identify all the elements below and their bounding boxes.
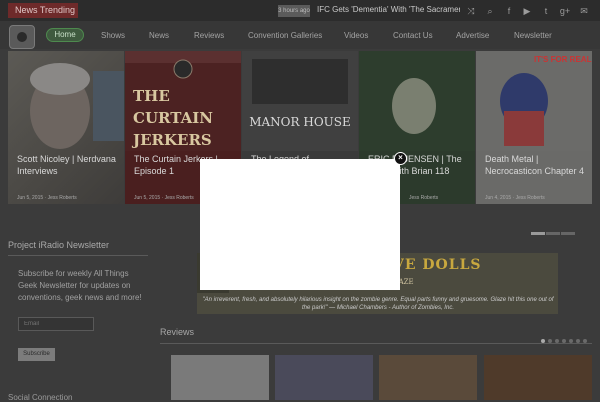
card-meta: Jun 4, 2015 · Jess Roberts	[485, 195, 545, 201]
card-caption: Scott Nicoley | Nerdvana Interviews	[17, 154, 116, 176]
slider-card[interactable]: Scott Nicoley | Nerdvana Interviews Jun …	[8, 51, 124, 204]
facebook-icon[interactable]: f	[500, 3, 518, 19]
news-trending-label: News Trending	[8, 3, 78, 18]
trending-headline-link[interactable]: IFC Gets 'Dementia' With 'The Sacrament'…	[317, 4, 460, 16]
slider-card[interactable]: IT'S FOR REAL Death Metal | Necrocastico…	[476, 51, 592, 204]
nav-videos[interactable]: Videos	[344, 30, 368, 41]
mail-icon[interactable]: ✉	[575, 3, 593, 19]
divider	[160, 343, 592, 344]
email-field[interactable]	[18, 317, 94, 331]
nav-advertise[interactable]: Advertise	[456, 30, 489, 41]
nav-convention-galleries[interactable]: Convention Galleries	[248, 30, 322, 41]
nav-newsletter[interactable]: Newsletter	[514, 30, 552, 41]
card-image	[30, 63, 124, 149]
social-connection-title: Social Connection	[8, 393, 73, 402]
site-logo[interactable]	[9, 25, 35, 49]
slider-dot[interactable]	[546, 232, 560, 235]
reviews-pagination[interactable]	[541, 330, 590, 348]
slider-pagination[interactable]	[531, 222, 576, 235]
reviews-title: Reviews	[160, 327, 195, 337]
twitter-icon[interactable]: t	[537, 3, 555, 19]
trending-time-badge: 3 hours ago	[278, 5, 310, 17]
shuffle-icon[interactable]: ⤨	[462, 3, 480, 19]
review-thumbnail[interactable]	[379, 355, 477, 400]
card-overlay-text: IT'S FOR REAL	[534, 55, 592, 64]
slider-dot[interactable]	[561, 232, 575, 235]
newsletter-description: Subscribe for weekly All Things Geek New…	[18, 269, 142, 302]
subscribe-button[interactable]: Subscribe	[18, 348, 55, 361]
review-thumbnail[interactable]	[171, 355, 269, 400]
review-thumbnail[interactable]	[484, 355, 592, 400]
card-image	[476, 51, 592, 151]
card-meta: Jess Roberts	[409, 195, 439, 201]
search-icon[interactable]: ⌕	[481, 3, 499, 19]
review-thumbnail[interactable]	[275, 355, 373, 400]
card-overlay-text: THE CURTAIN JERKERS	[133, 87, 213, 149]
slider-dot[interactable]	[531, 232, 545, 235]
google-plus-icon[interactable]: g+	[556, 3, 574, 19]
newsletter-title: Project iRadio Newsletter	[8, 240, 110, 250]
ad-quote: "An irreverent, fresh, and absolutely hi…	[202, 297, 554, 311]
youtube-icon[interactable]: ▶	[518, 3, 536, 19]
close-icon[interactable]: ×	[394, 152, 407, 165]
card-caption: Death Metal | Necrocasticon Chapter 4	[485, 154, 585, 176]
card-meta: Jun 5, 2015 · Jess Roberts	[134, 195, 194, 201]
nav-home[interactable]: Home	[46, 28, 84, 42]
nav-reviews[interactable]: Reviews	[194, 30, 224, 41]
card-image	[242, 51, 358, 151]
card-image	[359, 51, 475, 151]
card-meta: Jun 5, 2015 · Jess Roberts	[17, 195, 77, 201]
nav-news[interactable]: News	[149, 30, 169, 41]
nav-shows[interactable]: Shows	[101, 30, 125, 41]
nav-contact-us[interactable]: Contact Us	[393, 30, 433, 41]
divider	[8, 255, 148, 256]
popup-modal[interactable]	[200, 159, 400, 290]
card-overlay-text: MANOR HOUSE	[249, 115, 351, 129]
